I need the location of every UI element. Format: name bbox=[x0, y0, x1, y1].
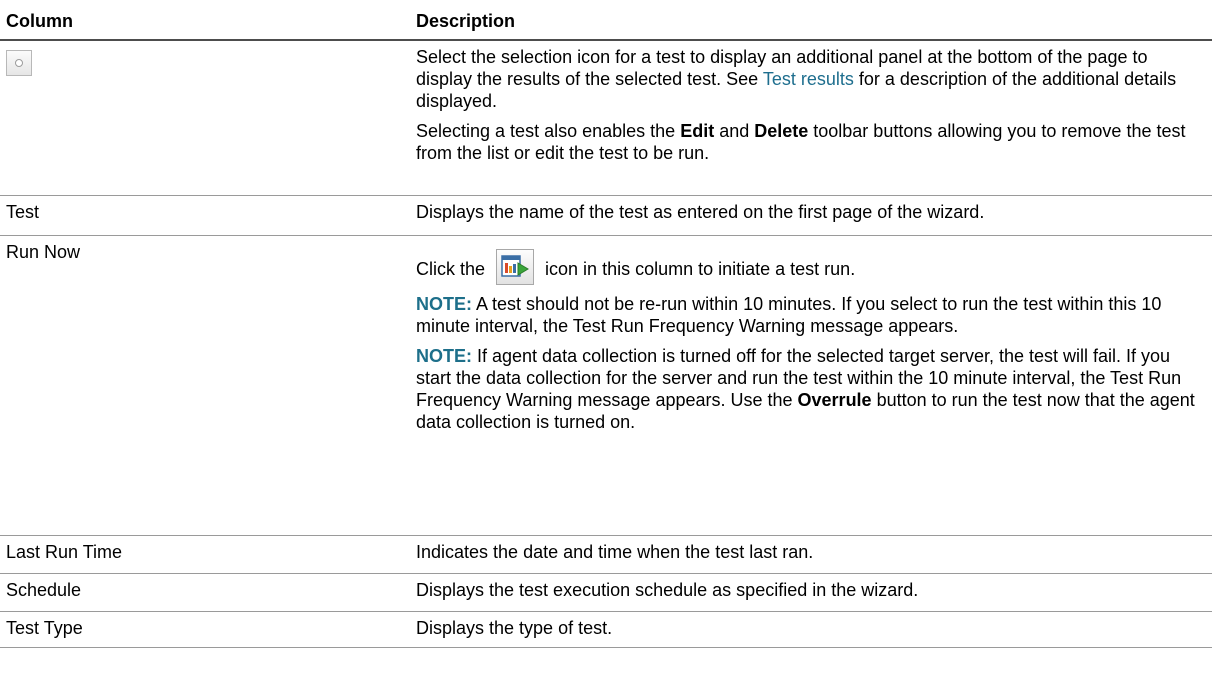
delete-label: Delete bbox=[754, 121, 809, 141]
text: icon in this column to initiate a test r… bbox=[540, 258, 856, 279]
row-description-cell: Displays the name of the test as entered… bbox=[414, 195, 1212, 236]
column-header: Column bbox=[0, 0, 414, 41]
radio-selection-icon bbox=[6, 50, 32, 76]
row-description-cell: Displays the test execution schedule as … bbox=[414, 573, 1212, 612]
text: A test should not be re-run within 10 mi… bbox=[416, 293, 1162, 336]
text: and bbox=[714, 121, 755, 141]
row-description-cell: Indicates the date and time when the tes… bbox=[414, 535, 1212, 574]
text: Click the bbox=[416, 258, 491, 279]
row-name-cell: Test bbox=[0, 195, 414, 236]
table-row-selection: Select the selection icon for a test to … bbox=[0, 40, 1212, 196]
note-label: NOTE: bbox=[416, 293, 472, 314]
overrule-label: Overrule bbox=[797, 389, 872, 410]
table-row-test-type: Test Type Displays the type of test. bbox=[0, 611, 1212, 648]
table-row-last-run-time: Last Run Time Indicates the date and tim… bbox=[0, 535, 1212, 574]
row-name-cell: Last Run Time bbox=[0, 535, 414, 574]
table-row-schedule: Schedule Displays the test execution sch… bbox=[0, 573, 1212, 612]
row-name-cell bbox=[0, 40, 414, 196]
table-row-test: Test Displays the name of the test as en… bbox=[0, 195, 1212, 236]
table-row-run-now: Run Now Click the icon in this column to… bbox=[0, 235, 1212, 536]
row-name-cell: Schedule bbox=[0, 573, 414, 612]
row-name-cell: Test Type bbox=[0, 611, 414, 648]
description-header: Description bbox=[414, 0, 1212, 41]
row-name-cell: Run Now bbox=[0, 235, 414, 536]
column-description-table: Column Description Select the selection … bbox=[0, 0, 1212, 648]
row-description-cell: Displays the type of test. bbox=[414, 611, 1212, 648]
table-header-row: Column Description bbox=[0, 0, 1212, 41]
row-description-cell: Select the selection icon for a test to … bbox=[414, 40, 1212, 196]
text: Selecting a test also enables the bbox=[416, 121, 681, 141]
note-label: NOTE: bbox=[416, 345, 472, 366]
test-results-link[interactable]: Test results bbox=[763, 69, 854, 89]
run-now-icon[interactable] bbox=[496, 248, 535, 285]
row-description-cell: Click the icon in this column to initiat… bbox=[414, 235, 1212, 536]
edit-label: Edit bbox=[680, 121, 715, 141]
